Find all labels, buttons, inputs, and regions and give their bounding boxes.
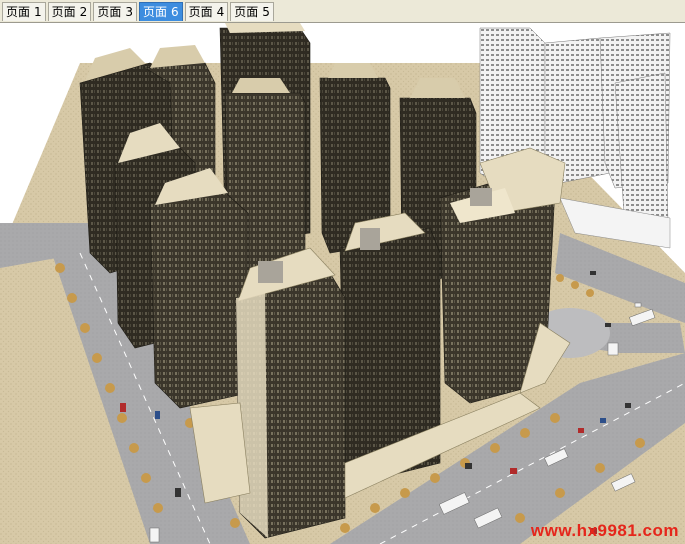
tab-number: 6 (170, 5, 179, 19)
tab-list: 页面 1 页面 2 页面 3 页面 6 页面 4 页面 5 (2, 2, 274, 21)
tab-label: 页面 (6, 5, 31, 19)
tab-page-6[interactable]: 页面 6 (138, 2, 183, 21)
tab-number: 5 (262, 5, 270, 19)
tab-page-2[interactable]: 页面 2 (47, 2, 92, 21)
tab-label: 页面 (188, 5, 213, 19)
tab-page-1[interactable]: 页面 1 (2, 2, 46, 21)
tab-number: 4 (216, 5, 225, 19)
tab-label: 页面 (234, 5, 259, 19)
tab-page-4[interactable]: 页面 4 (184, 2, 229, 21)
tab-number: 3 (125, 5, 133, 19)
scene-render (0, 23, 685, 544)
tab-number: 2 (79, 5, 88, 19)
tab-label: 页面 (97, 5, 122, 19)
tab-label: 页面 (142, 5, 167, 19)
tab-page-3[interactable]: 页面 3 (93, 2, 137, 21)
page-tab-bar: 页面 1 页面 2 页面 3 页面 6 页面 4 页面 5 (0, 0, 685, 23)
model-viewport[interactable] (0, 23, 685, 544)
watermark: www.hx9981.com (530, 521, 679, 540)
tab-label: 页面 (51, 5, 76, 19)
tab-number: 1 (34, 5, 42, 19)
tab-page-5[interactable]: 页面 5 (230, 2, 274, 21)
